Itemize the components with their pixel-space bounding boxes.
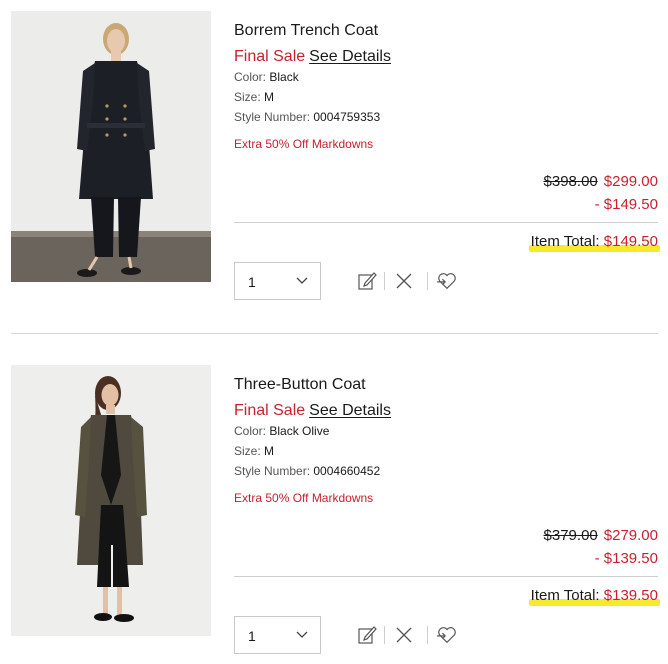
item-total-highlight: Item Total: $139.50 (528, 587, 661, 606)
style-number-label: Style Number: (234, 110, 311, 124)
final-sale-line: Final Sale See Details (234, 402, 391, 420)
color-label: Color: (234, 70, 267, 84)
final-sale-label: Final Sale (234, 402, 306, 419)
quantity-value: 1 (248, 628, 256, 644)
item-divider (11, 333, 658, 334)
close-icon (396, 627, 412, 643)
action-separator (427, 626, 428, 644)
item-info: Three-Button Coat Final Sale See Details … (234, 354, 661, 664)
size-attribute: Size: M (234, 444, 274, 458)
remove-button[interactable] (393, 624, 415, 646)
item-total-label: Item Total: (530, 587, 600, 604)
color-attribute: Color: Black Olive (234, 424, 329, 438)
discount-amount: - $149.50 (594, 196, 658, 213)
remove-button[interactable] (393, 270, 415, 292)
style-number-label: Style Number: (234, 464, 311, 478)
cart-item: Borrem Trench Coat Final Sale See Details… (0, 0, 668, 310)
cart-item: Three-Button Coat Final Sale See Details … (0, 354, 668, 664)
color-label: Color: (234, 424, 267, 438)
size-label: Size: (234, 444, 261, 458)
product-name[interactable]: Three-Button Coat (234, 376, 366, 394)
price-line: $379.00 $279.00 (544, 527, 658, 544)
size-value: M (264, 90, 275, 104)
style-number-attribute: Style Number: 0004660452 (234, 464, 380, 478)
quantity-select[interactable]: 1 (234, 616, 321, 654)
action-separator (384, 272, 385, 290)
color-value: Black (269, 70, 299, 84)
original-price: $398.00 (543, 173, 598, 190)
item-total: Item Total: $139.50 (528, 587, 661, 606)
style-number-value: 0004660452 (313, 464, 381, 478)
item-total-value: $139.50 (603, 587, 658, 604)
heart-icon (436, 627, 456, 644)
see-details-link[interactable]: See Details (309, 48, 391, 65)
item-total-label: Item Total: (530, 233, 600, 250)
price-line: $398.00 $299.00 (544, 173, 658, 190)
color-value: Black Olive (269, 424, 330, 438)
size-value: M (264, 444, 275, 458)
item-total-value: $149.50 (603, 233, 658, 250)
size-attribute: Size: M (234, 90, 274, 104)
edit-button[interactable] (356, 624, 378, 646)
edit-button[interactable] (356, 270, 378, 292)
action-separator (384, 626, 385, 644)
style-number-value: 0004759353 (313, 110, 381, 124)
style-number-attribute: Style Number: 0004759353 (234, 110, 380, 124)
close-icon (396, 273, 412, 289)
item-total-highlight: Item Total: $149.50 (528, 233, 661, 252)
chevron-down-icon (296, 631, 308, 638)
final-sale-line: Final Sale See Details (234, 48, 391, 66)
sale-price: $279.00 (603, 527, 658, 544)
edit-icon (358, 272, 377, 290)
promo-message: Extra 50% Off Markdowns (234, 137, 374, 151)
quantity-value: 1 (248, 274, 256, 290)
product-photo-three-button-coat (11, 365, 211, 636)
discount-amount: - $139.50 (594, 550, 658, 567)
color-attribute: Color: Black (234, 70, 299, 84)
price-divider (234, 576, 658, 577)
size-label: Size: (234, 90, 261, 104)
heart-icon (436, 273, 456, 290)
edit-icon (358, 626, 377, 644)
chevron-down-icon (296, 277, 308, 284)
save-for-later-button[interactable] (436, 270, 458, 292)
item-total: Item Total: $149.50 (528, 233, 661, 252)
final-sale-label: Final Sale (234, 48, 306, 65)
product-photo-trench-coat (11, 11, 211, 282)
price-divider (234, 222, 658, 223)
original-price: $379.00 (543, 527, 598, 544)
quantity-select[interactable]: 1 (234, 262, 321, 300)
product-image[interactable] (11, 365, 211, 636)
product-image[interactable] (11, 11, 211, 282)
product-name[interactable]: Borrem Trench Coat (234, 22, 378, 40)
sale-price: $299.00 (603, 173, 658, 190)
action-separator (427, 272, 428, 290)
save-for-later-button[interactable] (436, 624, 458, 646)
see-details-link[interactable]: See Details (309, 402, 391, 419)
promo-message: Extra 50% Off Markdowns (234, 491, 374, 505)
item-info: Borrem Trench Coat Final Sale See Details… (234, 0, 661, 310)
